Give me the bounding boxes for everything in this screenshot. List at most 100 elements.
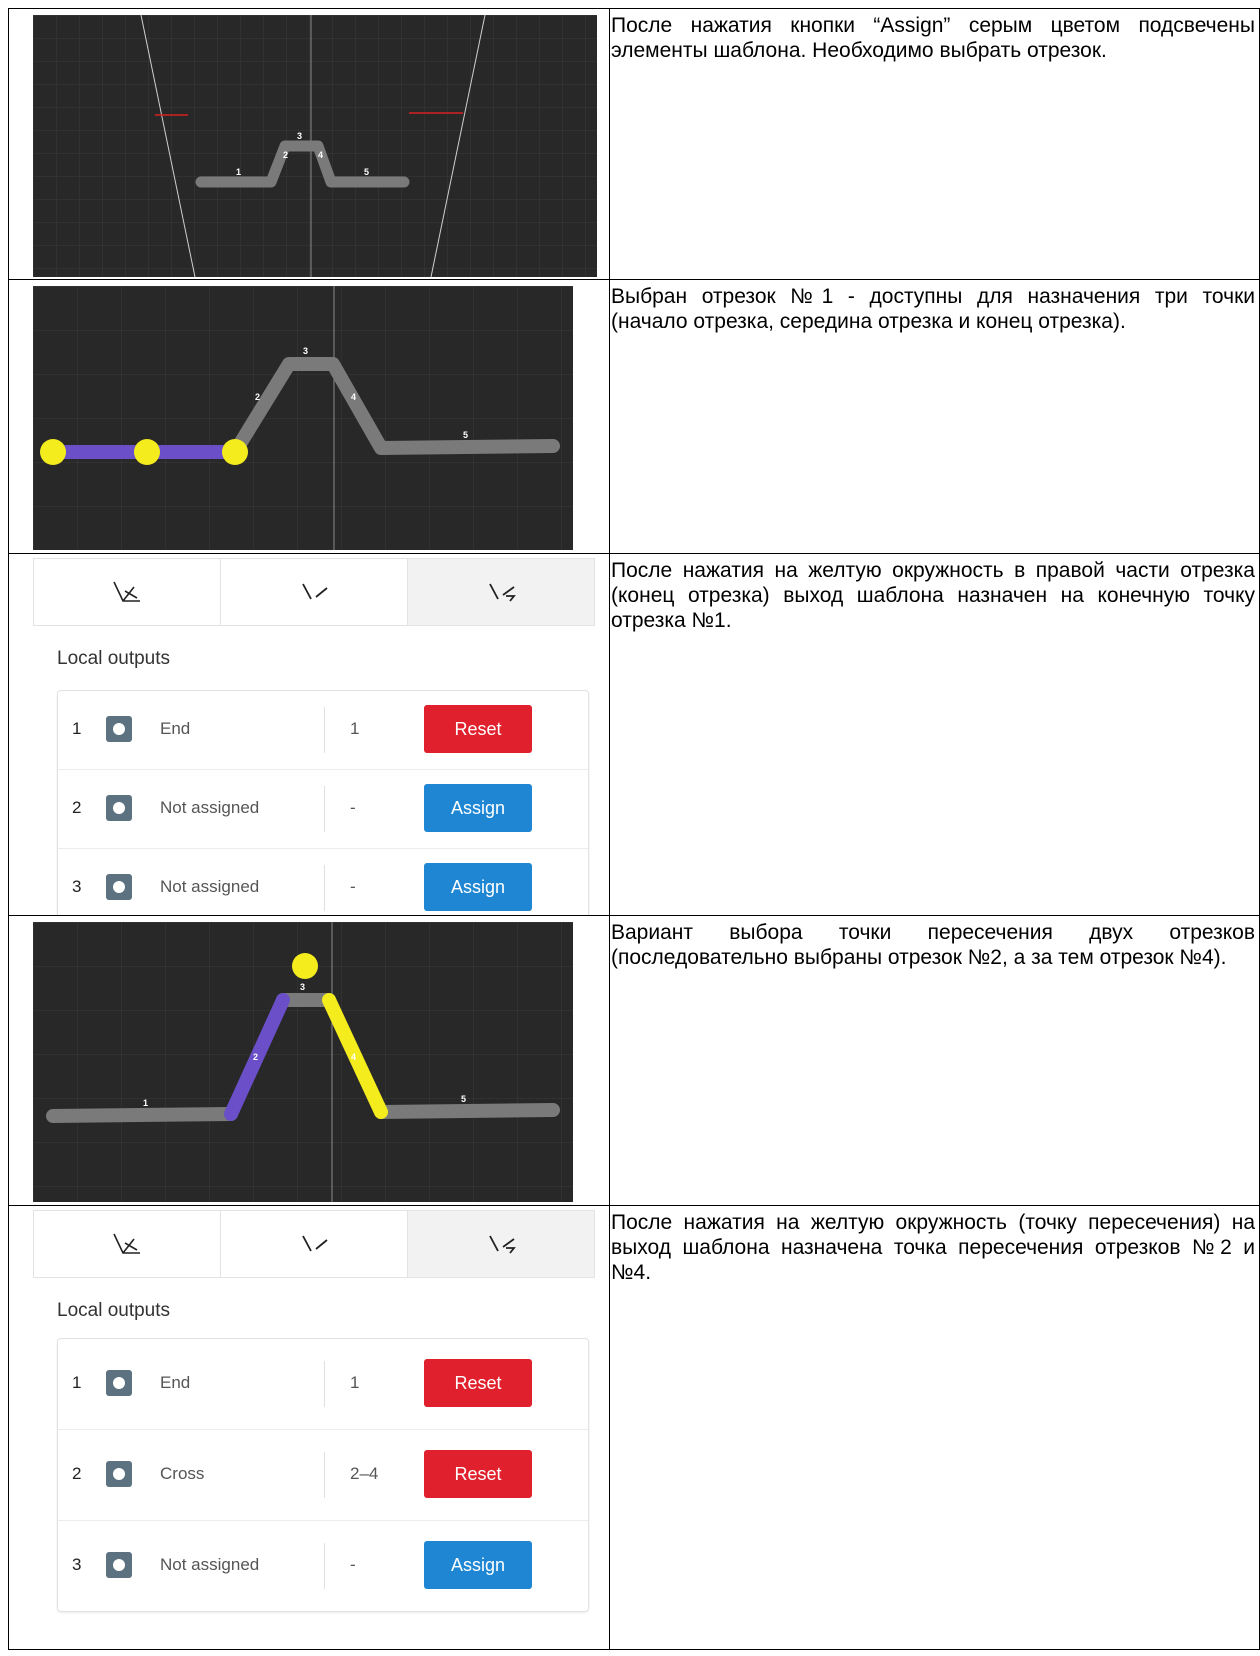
- divider: [324, 786, 325, 832]
- output-value: 2–4: [350, 1464, 379, 1483]
- middle-point[interactable]: [134, 439, 160, 465]
- image-cell: 1 2 3 4 5: [9, 9, 610, 279]
- start-point[interactable]: [40, 439, 66, 465]
- panel-title: Local outputs: [57, 1300, 171, 1321]
- description-text: После нажатия на желтую окружность в пра…: [611, 559, 1255, 632]
- output-value: -: [350, 877, 356, 896]
- outputs-panel: Local outputs 1 End 1 Reset 2 Not assign…: [19, 554, 595, 915]
- segments-icon: [302, 1235, 328, 1252]
- point-icon: [106, 1552, 132, 1578]
- segment-label: 3: [303, 346, 308, 356]
- segment-label: 5: [463, 430, 468, 440]
- output-row: 3 Not assigned - Assign: [58, 1521, 588, 1611]
- output-arrow-icon: [489, 1235, 516, 1254]
- template-canvas[interactable]: 2 3 4 5: [33, 286, 573, 550]
- point-icon: [106, 1370, 132, 1396]
- image-cell: Local outputs 1 End 1 Reset 2 Cross 2–4 …: [9, 1206, 610, 1649]
- description-text: Вариант выбора точки пересечения двух от…: [611, 921, 1255, 969]
- output-value: -: [350, 1555, 356, 1574]
- segment-label: 4: [351, 1052, 356, 1062]
- output-label: Not assigned: [160, 798, 260, 817]
- template-canvas[interactable]: 1 2 3 4 5: [33, 922, 573, 1202]
- segment-label: 5: [364, 167, 369, 177]
- reset-button[interactable]: Reset: [424, 1359, 532, 1407]
- table-row: Local outputs 1 End 1 Reset 2 Cross 2–4 …: [8, 1206, 1260, 1650]
- output-row: 1 End 1 Reset: [58, 691, 588, 770]
- template-drawing: 2 3 4 5: [33, 286, 573, 550]
- segment-label: 4: [318, 150, 323, 160]
- tab-outputs[interactable]: [408, 1211, 594, 1277]
- output-value: -: [350, 798, 356, 817]
- table-row: 2 3 4 5 Выбран отрезок №1 - доступны для…: [8, 280, 1260, 554]
- assign-button[interactable]: Assign: [424, 1541, 532, 1589]
- cross-point[interactable]: [292, 953, 318, 979]
- output-label: End: [160, 719, 191, 738]
- output-number: 2: [72, 798, 82, 817]
- template-canvas[interactable]: 1 2 3 4 5: [33, 15, 597, 277]
- segment-label: 4: [351, 392, 356, 402]
- output-number: 1: [72, 1373, 82, 1392]
- tab-bar: [33, 558, 595, 626]
- divider: [324, 1452, 325, 1498]
- segment-label: 3: [300, 982, 305, 992]
- description-text: Выбран отрезок №1 - доступны для назначе…: [611, 285, 1255, 333]
- segments-icon: [302, 583, 328, 600]
- output-label: End: [160, 1373, 191, 1392]
- divider: [324, 707, 325, 753]
- segment-label: 5: [461, 1094, 466, 1104]
- image-cell: 2 3 4 5: [9, 280, 610, 553]
- output-value: 1: [350, 1373, 360, 1392]
- output-row: 3 Not assigned - Assign: [58, 849, 588, 915]
- segment-label: 2: [255, 392, 260, 402]
- output-label: Not assigned: [160, 877, 260, 896]
- output-arrow-icon: [489, 583, 516, 602]
- tab-bar: [33, 1210, 595, 1278]
- tab-angle[interactable]: [34, 559, 221, 625]
- reset-button[interactable]: Reset: [424, 1450, 532, 1498]
- outputs-list: 1 End 1 Reset 2 Cross 2–4 Reset 3 Not as…: [57, 1338, 589, 1612]
- point-icon: [106, 716, 132, 742]
- output-row: 2 Not assigned - Assign: [58, 770, 588, 849]
- table-row: Local outputs 1 End 1 Reset 2 Not assign…: [8, 554, 1260, 916]
- output-number: 3: [72, 877, 82, 896]
- template-drawing: 1 2 3 4 5: [33, 15, 597, 277]
- segment-label: 2: [253, 1052, 258, 1062]
- assign-button[interactable]: Assign: [424, 784, 532, 832]
- segment-label: 1: [143, 1098, 148, 1108]
- point-icon: [106, 874, 132, 900]
- output-value: 1: [350, 719, 360, 738]
- output-row: 1 End 1 Reset: [58, 1339, 588, 1430]
- tab-angle[interactable]: [34, 1211, 221, 1277]
- output-label: Not assigned: [160, 1555, 260, 1574]
- output-label: Cross: [160, 1464, 205, 1483]
- description-text: После нажатия кнопки “Assign” серым цвет…: [611, 14, 1255, 62]
- output-number: 1: [72, 719, 82, 738]
- output-row: 2 Cross 2–4 Reset: [58, 1430, 588, 1521]
- segment-label: 1: [236, 167, 241, 177]
- image-cell: 1 2 3 4 5: [9, 916, 610, 1205]
- assign-button[interactable]: Assign: [424, 863, 532, 911]
- outputs-list: 1 End 1 Reset 2 Not assigned - Assign 3: [57, 690, 589, 915]
- end-point[interactable]: [222, 439, 248, 465]
- outputs-panel: Local outputs 1 End 1 Reset 2 Cross 2–4 …: [19, 1206, 595, 1649]
- reset-button[interactable]: Reset: [424, 705, 532, 753]
- angle-icon: [113, 1233, 140, 1254]
- tab-segments[interactable]: [221, 1211, 408, 1277]
- divider: [324, 1543, 325, 1589]
- table-row: 1 2 3 4 5 После нажатия кнопки “Assign” …: [8, 8, 1260, 280]
- panel-title: Local outputs: [57, 648, 171, 669]
- table-row: 1 2 3 4 5 Вариант выбора точки пересечен…: [8, 916, 1260, 1206]
- tab-segments[interactable]: [221, 559, 408, 625]
- point-icon: [106, 795, 132, 821]
- template-drawing: 1 2 3 4 5: [33, 922, 573, 1202]
- divider: [324, 865, 325, 911]
- tab-outputs[interactable]: [408, 559, 594, 625]
- output-number: 3: [72, 1555, 82, 1574]
- divider: [324, 1361, 325, 1407]
- point-icon: [106, 1461, 132, 1487]
- segment-label: 3: [297, 131, 302, 141]
- image-cell: Local outputs 1 End 1 Reset 2 Not assign…: [9, 554, 610, 915]
- segment-label: 2: [283, 150, 288, 160]
- description-text: После нажатия на желтую окружность (точк…: [611, 1211, 1255, 1284]
- angle-icon: [113, 581, 140, 602]
